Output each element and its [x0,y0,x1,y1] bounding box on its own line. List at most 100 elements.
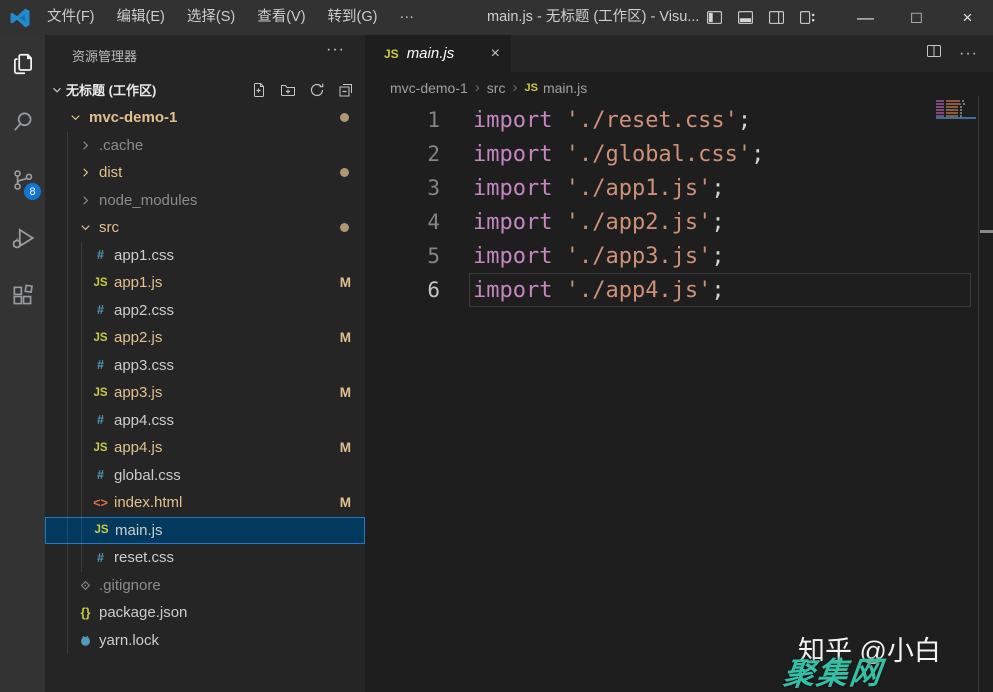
tree-item-package.json[interactable]: {}package.json [45,599,365,627]
new-file-icon[interactable] [251,82,267,98]
tree-item-index.html[interactable]: <>index.htmlM [45,489,365,517]
code-line-4[interactable]: 4import './app2.js'; [365,205,993,239]
tree-item-src[interactable]: src [45,214,365,242]
toggle-primary-sidebar-icon[interactable] [706,9,723,26]
new-folder-icon[interactable] [280,82,296,98]
breadcrumb-item-main.js[interactable]: JSmain.js [524,80,587,96]
editor-actions: ··· [926,35,993,72]
tree-item-app3.js[interactable]: JSapp3.jsM [45,379,365,407]
git-modified-badge: M [340,385,351,400]
tree-item-app1.js[interactable]: JSapp1.jsM [45,269,365,297]
tree-item-label: app4.js [114,439,162,456]
git-modified-badge: M [340,330,351,345]
tree-item-yarn.lock[interactable]: yarn.lock [45,627,365,655]
code-line-1[interactable]: 1import './reset.css'; [365,103,993,137]
chevron-down-icon [75,220,96,235]
tree-item-.gitignore[interactable]: .gitignore [45,572,365,600]
tree-item-dist[interactable]: dist [45,159,365,187]
tree-item-global.css[interactable]: #global.css [45,462,365,490]
tree-item-main.js[interactable]: JSmain.js [45,517,365,545]
customize-layout-icon[interactable] [799,9,816,26]
menu-selection[interactable]: 选择(S) [176,0,246,35]
tree-item-app2.js[interactable]: JSapp2.jsM [45,324,365,352]
code-line-5[interactable]: 5import './app3.js'; [365,239,993,273]
breadcrumb-item-mvc-demo-1[interactable]: mvc-demo-1 [390,80,468,96]
tree-item-label: app3.js [114,384,162,401]
line-content: import './app4.js'; [473,278,725,303]
workspace-section-header[interactable]: 无标题 (工作区) [45,75,365,104]
file-tree: mvc-demo-1.cachedistnode_modulessrc#app1… [45,104,365,654]
minimap[interactable] [936,100,978,118]
menu-bar: 文件(F)编辑(E)选择(S)查看(V)转到(G)··· [36,0,425,35]
explorer-more-actions-button[interactable]: ··· [326,41,345,59]
code-line-3[interactable]: 3import './app1.js'; [365,171,993,205]
toggle-panel-icon[interactable] [737,9,754,26]
tree-item-label: app4.css [114,412,174,429]
tree-item-label: reset.css [114,549,174,566]
indent-guide [67,132,68,654]
tree-item-app2.css[interactable]: #app2.css [45,297,365,325]
menu-goto[interactable]: 转到(G) [317,0,389,35]
tree-item-reset.css[interactable]: #reset.css [45,544,365,572]
activity-search-icon[interactable] [0,93,45,151]
tree-item-app4.css[interactable]: #app4.css [45,407,365,435]
tree-item-label: .cache [99,137,143,154]
css-hash-icon: # [90,303,111,317]
line-content: import './app1.js'; [473,176,725,201]
maximize-button[interactable]: □ [891,0,942,35]
tab-bar: JS main.js × ··· [365,35,993,72]
scm-changes-badge: 8 [24,183,41,200]
tree-item-app1.css[interactable]: #app1.css [45,242,365,270]
activity-run-debug-icon[interactable] [0,209,45,267]
tree-item-.cache[interactable]: .cache [45,132,365,160]
collapse-all-icon[interactable] [338,82,354,98]
split-editor-icon[interactable] [926,43,942,64]
git-modified-badge: M [340,440,351,455]
vscode-logo-icon [8,6,32,30]
code-line-2[interactable]: 2 import './global.css'; [365,137,993,171]
toggle-secondary-sidebar-icon[interactable] [768,9,785,26]
code-area[interactable]: 1import './reset.css'; 2 import './global.… [365,103,993,307]
refresh-icon[interactable] [309,82,325,98]
breadcrumb-item-src[interactable]: src [487,80,506,96]
activity-extensions-icon[interactable] [0,267,45,325]
css-hash-icon: # [90,358,111,372]
chevron-right-icon [75,138,96,153]
menu-file[interactable]: 文件(F) [36,0,106,35]
tree-item-mvc-demo-1[interactable]: mvc-demo-1 [45,104,365,132]
watermark-site: 聚集网 [781,647,886,692]
js-file-icon: JS [91,524,112,536]
js-file-icon: JS [90,332,111,344]
tree-item-label: app1.css [114,247,174,264]
editor-group: JS main.js × ··· mvc-demo-1›src›JSmain.j… [365,35,993,692]
workbench: 8 资源管理器 ··· 无标题 (工作区) mvc-demo-1.cachedi… [0,35,993,692]
tree-item-app3.css[interactable]: #app3.css [45,352,365,380]
tab-main-js[interactable]: JS main.js × [365,35,511,72]
tree-item-label: global.css [114,467,181,484]
menu-edit[interactable]: 编辑(E) [106,0,176,35]
css-hash-icon: # [90,468,111,482]
breadcrumb: mvc-demo-1›src›JSmain.js [365,72,993,103]
line-number: 2 [365,142,440,166]
close-button[interactable]: × [942,0,993,35]
yarn-icon [75,634,96,647]
tab-close-icon[interactable]: × [491,45,500,63]
chevron-down-icon [48,83,66,97]
menu-view[interactable]: 查看(V) [246,0,316,35]
js-file-icon: JS [524,82,537,94]
tree-item-app4.js[interactable]: JSapp4.js M [45,434,365,462]
js-file-icon: JS [90,442,111,454]
line-content: import './global.css'; [473,142,764,167]
vscode-window: 文件(F)编辑(E)选择(S)查看(V)转到(G)··· main.js - 无… [0,0,993,692]
code-line-6[interactable]: 6import './app4.js'; [365,273,993,307]
menu-more[interactable]: ··· [388,0,425,35]
layout-controls [706,0,816,35]
minimap-slider[interactable] [936,117,976,119]
more-actions-icon[interactable]: ··· [959,45,978,63]
minimize-button[interactable]: — [840,0,891,35]
tree-item-label: main.js [115,522,163,539]
tree-item-node_modules[interactable]: node_modules [45,187,365,215]
activity-source-control-icon[interactable]: 8 [0,151,45,209]
git-icon [75,579,96,592]
activity-explorer-icon[interactable] [0,35,45,93]
